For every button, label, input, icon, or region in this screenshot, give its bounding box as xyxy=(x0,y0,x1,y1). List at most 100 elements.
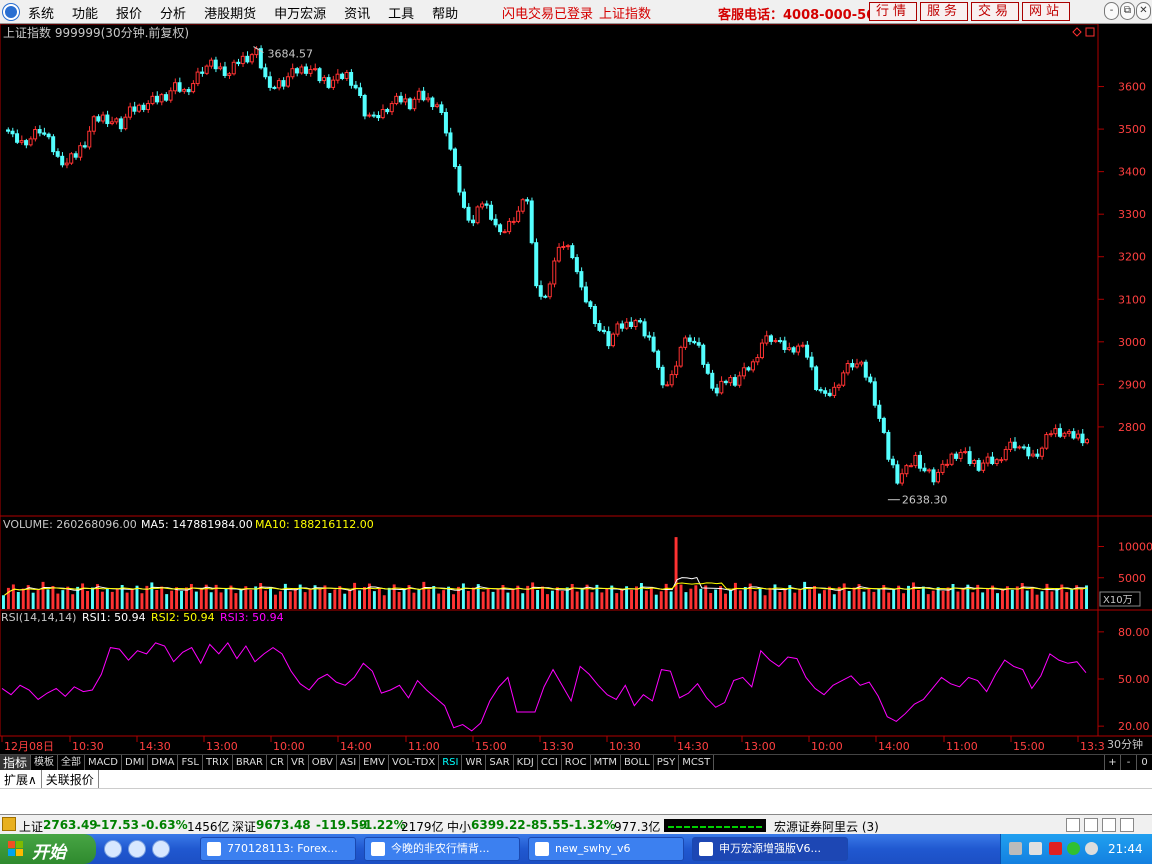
tab-brar[interactable]: BRAR xyxy=(233,755,268,770)
expand-tab[interactable]: 扩展∧ xyxy=(0,770,42,788)
media-icon[interactable] xyxy=(152,840,170,858)
tab-emv[interactable]: EMV xyxy=(360,755,389,770)
browser-icon[interactable] xyxy=(128,840,146,858)
candle-body xyxy=(705,363,710,374)
tray-icon-status[interactable] xyxy=(1067,842,1080,855)
candle-body xyxy=(168,90,173,101)
tab-macd[interactable]: MACD xyxy=(85,755,122,770)
candle-body xyxy=(1017,446,1022,449)
volume-bar xyxy=(1080,588,1084,609)
ie-icon[interactable] xyxy=(104,840,122,858)
trade-login-status[interactable]: 闪电交易已登录 xyxy=(502,3,593,22)
chart-area[interactable]: 上证指数 999999(30分钟.前复权) 2800 2900 3000 3100 32… xyxy=(0,24,1152,754)
volume-bar xyxy=(184,587,188,609)
candle-body xyxy=(890,458,895,466)
task-nfp-article[interactable]: 今晚的非农行情背... xyxy=(364,837,520,861)
volume-bar xyxy=(402,588,406,609)
tab-boll[interactable]: BOLL xyxy=(621,755,654,770)
broker-server[interactable]: 宏源证券阿里云 (3) xyxy=(774,818,879,835)
close-button[interactable]: ✕ xyxy=(1136,2,1151,20)
period-label[interactable]: 30分钟 xyxy=(1107,737,1143,751)
candle-body xyxy=(182,89,187,92)
menu-analysis[interactable]: 分析 xyxy=(160,3,186,22)
note-icon[interactable] xyxy=(1066,818,1080,832)
tray-icon-display[interactable] xyxy=(1009,842,1022,855)
tab-roc[interactable]: ROC xyxy=(562,755,591,770)
zoom-out-button[interactable]: - xyxy=(1120,755,1136,770)
tab-全部[interactable]: 全部 xyxy=(58,755,86,770)
menu-help[interactable]: 帮助 xyxy=(432,3,458,22)
lock-icon[interactable] xyxy=(1102,818,1116,832)
volume-bar xyxy=(1055,588,1059,609)
nav-website-button[interactable]: 网站 xyxy=(1022,2,1070,21)
tab-vol-tdx[interactable]: VOL-TDX xyxy=(389,755,440,770)
candle-body xyxy=(592,306,597,325)
tray-icon-antivirus[interactable] xyxy=(1049,842,1062,855)
menu-tools[interactable]: 工具 xyxy=(388,3,414,22)
sh-name[interactable]: 上证 xyxy=(19,818,43,835)
menu-quote[interactable]: 报价 xyxy=(116,3,142,22)
task-swhy-app[interactable]: 申万宏源增强版V6... xyxy=(692,837,848,861)
menu-info[interactable]: 资讯 xyxy=(344,3,370,22)
tab-mtm[interactable]: MTM xyxy=(591,755,621,770)
volume-ma10-label: MA10: 188216112.00 xyxy=(255,518,374,531)
tab-cr[interactable]: CR xyxy=(267,755,288,770)
nav-market-button[interactable]: 行情 xyxy=(869,2,917,21)
tab-fsl[interactable]: FSL xyxy=(178,755,203,770)
settings-icon[interactable] xyxy=(1120,818,1134,832)
panel-corner-icons[interactable] xyxy=(1072,27,1095,37)
nav-trade-button[interactable]: 交易 xyxy=(971,2,1019,21)
tray-icon-volume[interactable] xyxy=(1085,842,1098,855)
task-folder[interactable]: new_swhy_v6 xyxy=(528,837,684,861)
app-logo-icon[interactable] xyxy=(3,4,19,20)
task-forex[interactable]: 770128113: Forex... xyxy=(200,837,356,861)
candle-body xyxy=(588,301,593,308)
tab-mcst[interactable]: MCST xyxy=(679,755,715,770)
ticker-toggle-icon[interactable] xyxy=(2,817,16,831)
volume-bar xyxy=(209,592,213,609)
candle-body xyxy=(51,136,56,153)
clock[interactable]: 21:44 xyxy=(1108,842,1143,856)
volume-bar xyxy=(783,588,787,609)
candle-body xyxy=(1030,453,1035,457)
signal-icon[interactable] xyxy=(1084,818,1098,832)
sz-name[interactable]: 深证 xyxy=(232,818,256,835)
volume-bar xyxy=(902,593,906,609)
volume-bar xyxy=(822,590,826,609)
zoom-in-button[interactable]: + xyxy=(1104,755,1120,770)
tab-指标[interactable]: 指标 xyxy=(0,755,32,770)
menu-function[interactable]: 功能 xyxy=(72,3,98,22)
related-quote-tab[interactable]: 关联报价 xyxy=(42,770,99,788)
menu-swhy[interactable]: 申万宏源 xyxy=(274,3,326,22)
menu-system[interactable]: 系统 xyxy=(28,3,54,22)
nav-service-button[interactable]: 服务 xyxy=(920,2,968,21)
reset-button[interactable]: 0 xyxy=(1136,755,1152,770)
candle-body xyxy=(823,390,828,394)
tray-icon-network[interactable] xyxy=(1029,842,1042,855)
volume-bar xyxy=(110,591,114,609)
start-button[interactable]: 开始 xyxy=(0,834,96,864)
volume-bar xyxy=(1050,591,1054,609)
volume-bar xyxy=(694,585,698,609)
tab-模板[interactable]: 模板 xyxy=(31,755,59,770)
candle-body xyxy=(407,98,412,110)
tab-psy[interactable]: PSY xyxy=(654,755,680,770)
tab-sar[interactable]: SAR xyxy=(486,755,514,770)
tab-wr[interactable]: WR xyxy=(462,755,487,770)
tab-dma[interactable]: DMA xyxy=(148,755,179,770)
tab-vr[interactable]: VR xyxy=(288,755,309,770)
zx-name[interactable]: 中小 xyxy=(447,818,471,835)
volume-bar xyxy=(1025,590,1029,609)
tab-cci[interactable]: CCI xyxy=(538,755,562,770)
tab-dmi[interactable]: DMI xyxy=(122,755,149,770)
restore-button[interactable]: ⧉ xyxy=(1120,2,1135,20)
tab-kdj[interactable]: KDJ xyxy=(514,755,538,770)
tab-asi[interactable]: ASI xyxy=(337,755,361,770)
service-hotline: 客服电话：4008-000-562 xyxy=(718,8,885,23)
tab-rsi[interactable]: RSI xyxy=(439,755,463,770)
tab-obv[interactable]: OBV xyxy=(309,755,338,770)
tab-trix[interactable]: TRIX xyxy=(203,755,233,770)
minimize-button[interactable]: - xyxy=(1104,2,1119,20)
candle-body xyxy=(629,321,634,328)
menu-hk-futures[interactable]: 港股期货 xyxy=(204,3,256,22)
